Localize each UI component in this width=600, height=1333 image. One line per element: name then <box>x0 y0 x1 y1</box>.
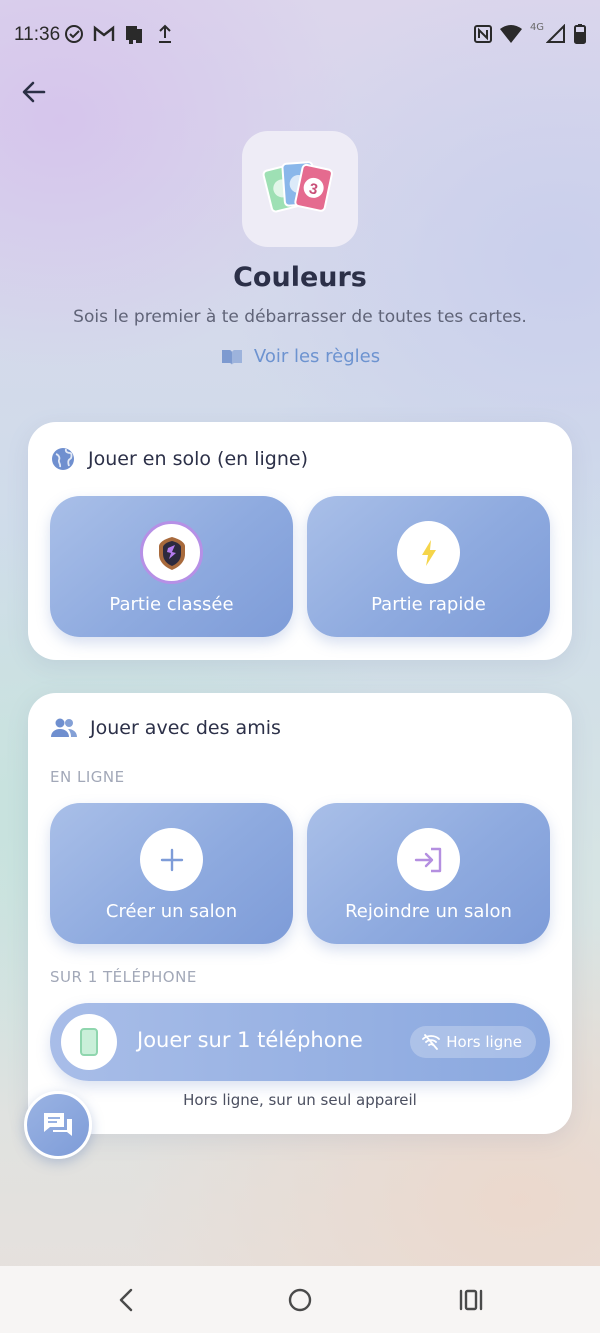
page-title: Couleurs <box>233 262 367 293</box>
plus-icon <box>160 848 183 871</box>
solo-card: Jouer en solo (en ligne) Partie classée … <box>28 422 572 660</box>
nav-home-icon <box>288 1288 312 1312</box>
chat-button[interactable] <box>24 1091 92 1159</box>
app-notification-icon <box>123 22 145 46</box>
gmail-icon <box>93 22 115 46</box>
solo-heading-text: Jouer en solo (en ligne) <box>88 448 308 470</box>
phone-icon <box>80 1028 98 1056</box>
create-room-badge <box>140 828 203 891</box>
friends-heading-text: Jouer avec des amis <box>90 717 281 739</box>
game-icon-tile: 3 <box>242 131 358 247</box>
quick-game-label: Partie rapide <box>371 594 486 615</box>
friends-heading: Jouer avec des amis <box>50 717 281 739</box>
rules-link-label: Voir les règles <box>253 346 381 367</box>
battery-icon <box>572 22 588 46</box>
create-room-label: Créer un salon <box>105 901 238 922</box>
chat-icon <box>44 1113 72 1136</box>
page-subtitle: Sois le premier à te débarrasser de tout… <box>73 307 527 327</box>
create-room-button[interactable]: Créer un salon <box>50 803 293 944</box>
phone-badge <box>61 1014 117 1070</box>
wifi-icon <box>499 22 523 46</box>
join-room-button[interactable]: Rejoindre un salon <box>307 803 550 944</box>
offline-badge: Hors ligne <box>410 1026 536 1058</box>
join-room-badge <box>397 828 460 891</box>
solo-heading: Jouer en solo (en ligne) <box>50 446 308 472</box>
cards-icon: 3 <box>262 161 333 213</box>
login-icon <box>414 847 441 872</box>
system-nav-bar <box>0 1266 600 1333</box>
nav-back-icon <box>119 1288 133 1312</box>
offline-badge-label: Hors ligne <box>446 1033 522 1051</box>
status-bar: 11:36 4G <box>0 0 600 70</box>
online-section-label: EN LIGNE <box>50 768 125 786</box>
people-icon <box>51 718 77 737</box>
ranked-badge <box>140 521 203 584</box>
signal-4g-icon <box>546 22 566 46</box>
ranked-game-label: Partie classée <box>109 594 234 615</box>
play-one-phone-button[interactable]: Jouer sur 1 téléphone Hors ligne <box>50 1003 550 1081</box>
network-type: 4G <box>529 22 545 33</box>
one-phone-caption: Hors ligne, sur un seul appareil <box>183 1091 417 1109</box>
ranked-shield-icon <box>158 536 185 570</box>
arrow-left-icon <box>22 81 46 103</box>
wifi-off-icon <box>422 1034 441 1050</box>
ranked-game-button[interactable]: Partie classée <box>50 496 293 637</box>
nav-recents-icon <box>459 1289 483 1311</box>
join-room-label: Rejoindre un salon <box>345 901 512 922</box>
nav-back-button[interactable] <box>111 1284 143 1316</box>
quick-game-badge <box>397 521 460 584</box>
rules-link[interactable]: Voir les règles <box>0 346 600 367</box>
nav-recents-button[interactable] <box>455 1284 487 1316</box>
quick-game-button[interactable]: Partie rapide <box>307 496 550 637</box>
lightning-icon <box>421 539 436 566</box>
play-one-phone-label: Jouer sur 1 téléphone <box>137 1028 363 1052</box>
back-button[interactable] <box>18 76 50 108</box>
nfc-icon <box>472 22 494 46</box>
one-phone-section-label: SUR 1 TÉLÉPHONE <box>50 968 197 986</box>
friends-card: Jouer avec des amis EN LIGNE Créer un sa… <box>28 693 572 1134</box>
nav-home-button[interactable] <box>284 1284 316 1316</box>
book-icon <box>221 349 242 365</box>
upload-icon <box>155 22 175 46</box>
check-circle-icon <box>63 22 85 46</box>
status-time: 11:36 <box>14 24 61 45</box>
globe-icon <box>52 448 74 470</box>
